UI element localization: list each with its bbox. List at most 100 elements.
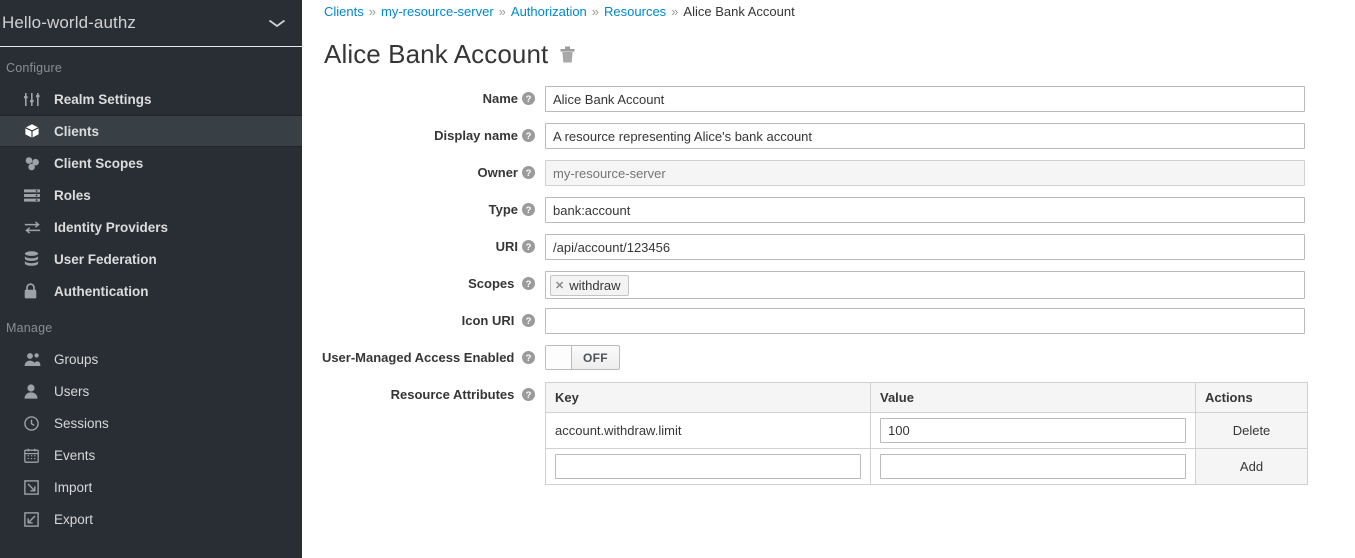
page-title: Alice Bank Account [324,39,549,69]
users-group-icon [24,352,50,367]
scope-chip[interactable]: ✕ withdraw [550,274,629,296]
blocks-icon [24,156,50,171]
breadcrumb-item-resources[interactable]: Resources [604,4,666,19]
sidebar-item-sessions[interactable]: Sessions [0,407,302,439]
label-text: URI [495,239,518,254]
attribute-value-input[interactable] [880,454,1186,479]
sidebar-item-label: Sessions [54,415,109,431]
sidebar-item-label: Users [54,383,90,399]
label-text: Display name [434,128,518,143]
breadcrumb-separator: » [671,4,679,19]
column-header-value: Value [870,382,1196,413]
attribute-value-cell [870,412,1196,449]
breadcrumb-item-alice-bank-account: Alice Bank Account [683,4,795,19]
name-control [545,86,1355,112]
form-row-icon-uri: Icon URI ? [303,308,1355,336]
keycloak-admin-console: Hello-world-authz Configure Realm Setting… [0,0,1355,558]
sidebar-item-label: Roles [54,187,91,203]
import-arrow-icon [24,479,50,495]
trash-icon[interactable] [560,46,575,63]
uri-control [545,234,1355,260]
scopes-input[interactable]: ✕ withdraw [545,271,1305,299]
question-circle-icon[interactable]: ? [522,347,535,373]
exchange-arrows-icon [24,220,50,234]
question-circle-icon[interactable]: ? [522,384,535,410]
display-name-label: Display name? [303,123,545,151]
breadcrumb-separator: » [368,4,376,19]
attributes-label: Resource Attributes ? [303,382,545,410]
attribute-key-input[interactable] [555,454,861,479]
form-row-type: Type? [303,197,1355,225]
toggle-handle[interactable] [546,346,572,369]
question-circle-icon[interactable]: ? [522,273,535,299]
uma-toggle[interactable]: OFF [545,345,620,370]
question-circle-icon[interactable]: ? [522,162,535,188]
question-circle-icon[interactable]: ? [522,199,535,225]
scopes-control: ✕ withdraw [545,271,1355,299]
sidebar-item-user-federation[interactable]: User Federation [0,243,302,275]
form-row-attributes: Resource Attributes ? Key Value Actions ac… [303,382,1355,485]
sidebar-item-label: Client Scopes [54,155,144,171]
display-name-input[interactable] [545,123,1305,149]
chevron-down-icon [268,16,286,31]
sidebar-item-export[interactable]: Export [0,503,302,535]
name-input[interactable] [545,86,1305,112]
attribute-value-input[interactable] [880,418,1186,443]
sidebar-item-groups[interactable]: Groups [0,343,302,375]
form-row-uma: User-Managed Access Enabled ? OFF [303,345,1355,373]
attribute-key-cell [545,448,871,485]
icon-uri-input[interactable] [545,308,1305,334]
sidebar-item-clients[interactable]: Clients [0,115,302,147]
sidebar-item-label: Realm Settings [54,91,152,107]
realm-selector[interactable]: Hello-world-authz [0,0,302,47]
type-label: Type? [303,197,545,225]
attribute-action-delete-button[interactable]: Delete [1195,412,1308,449]
attribute-value-cell [870,448,1196,485]
cube-icon [24,123,50,139]
breadcrumb-item-authorization[interactable]: Authorization [511,4,587,19]
svg-text:?: ? [526,205,532,216]
export-arrow-icon [24,511,50,527]
breadcrumb-item-clients[interactable]: Clients [324,4,364,19]
table-row: Add [545,448,1308,485]
column-header-key: Key [545,382,871,413]
attribute-action-add-button[interactable]: Add [1195,448,1308,485]
type-input[interactable] [545,197,1305,223]
question-circle-icon[interactable]: ? [522,125,535,151]
main-content: Clients » my-resource-server » Authorization… [303,0,1355,558]
label-text: Name [482,91,518,106]
form-row-uri: URI? [303,234,1355,262]
question-circle-icon[interactable]: ? [522,88,535,114]
attributes-control: KeyValueActions account.withdraw.limit De… [545,382,1355,485]
sidebar-item-label: Clients [54,123,100,139]
sidebar-item-authentication[interactable]: Authentication [0,275,302,307]
icon-uri-label: Icon URI ? [303,308,545,336]
sidebar-item-identity-providers[interactable]: Identity Providers [0,211,302,243]
question-circle-icon[interactable]: ? [522,310,535,336]
sliders-icon [24,92,50,107]
sidebar-item-label: Identity Providers [54,219,169,235]
nav-section-title: Configure [6,61,62,75]
owner-input [545,160,1305,186]
svg-text:?: ? [526,94,532,105]
sidebar-item-events[interactable]: Events [0,439,302,471]
sidebar-item-users[interactable]: Users [0,375,302,407]
list-icon [24,188,50,202]
sidebar-nav: Configure Realm Settings Clients Client Sco… [0,47,302,535]
label-text: Owner [477,165,518,180]
uri-input[interactable] [545,234,1305,260]
type-control [545,197,1355,223]
sidebar-item-label: Export [54,511,94,527]
sidebar-item-realm-settings[interactable]: Realm Settings [0,83,302,115]
close-icon[interactable]: ✕ [555,279,564,292]
resource-form: Name?Display name?Owner?Type?URI? Scopes… [303,86,1355,485]
sidebar-item-client-scopes[interactable]: Client Scopes [0,147,302,179]
sidebar-item-import[interactable]: Import [0,471,302,503]
lock-icon [24,283,50,299]
sidebar-item-roles[interactable]: Roles [0,179,302,211]
question-circle-icon[interactable]: ? [522,236,535,262]
breadcrumb-item-my-resource-server[interactable]: my-resource-server [381,4,494,19]
label-text: Type [488,202,518,217]
form-row-name: Name? [303,86,1355,114]
scope-chip-label: withdraw [569,277,621,293]
